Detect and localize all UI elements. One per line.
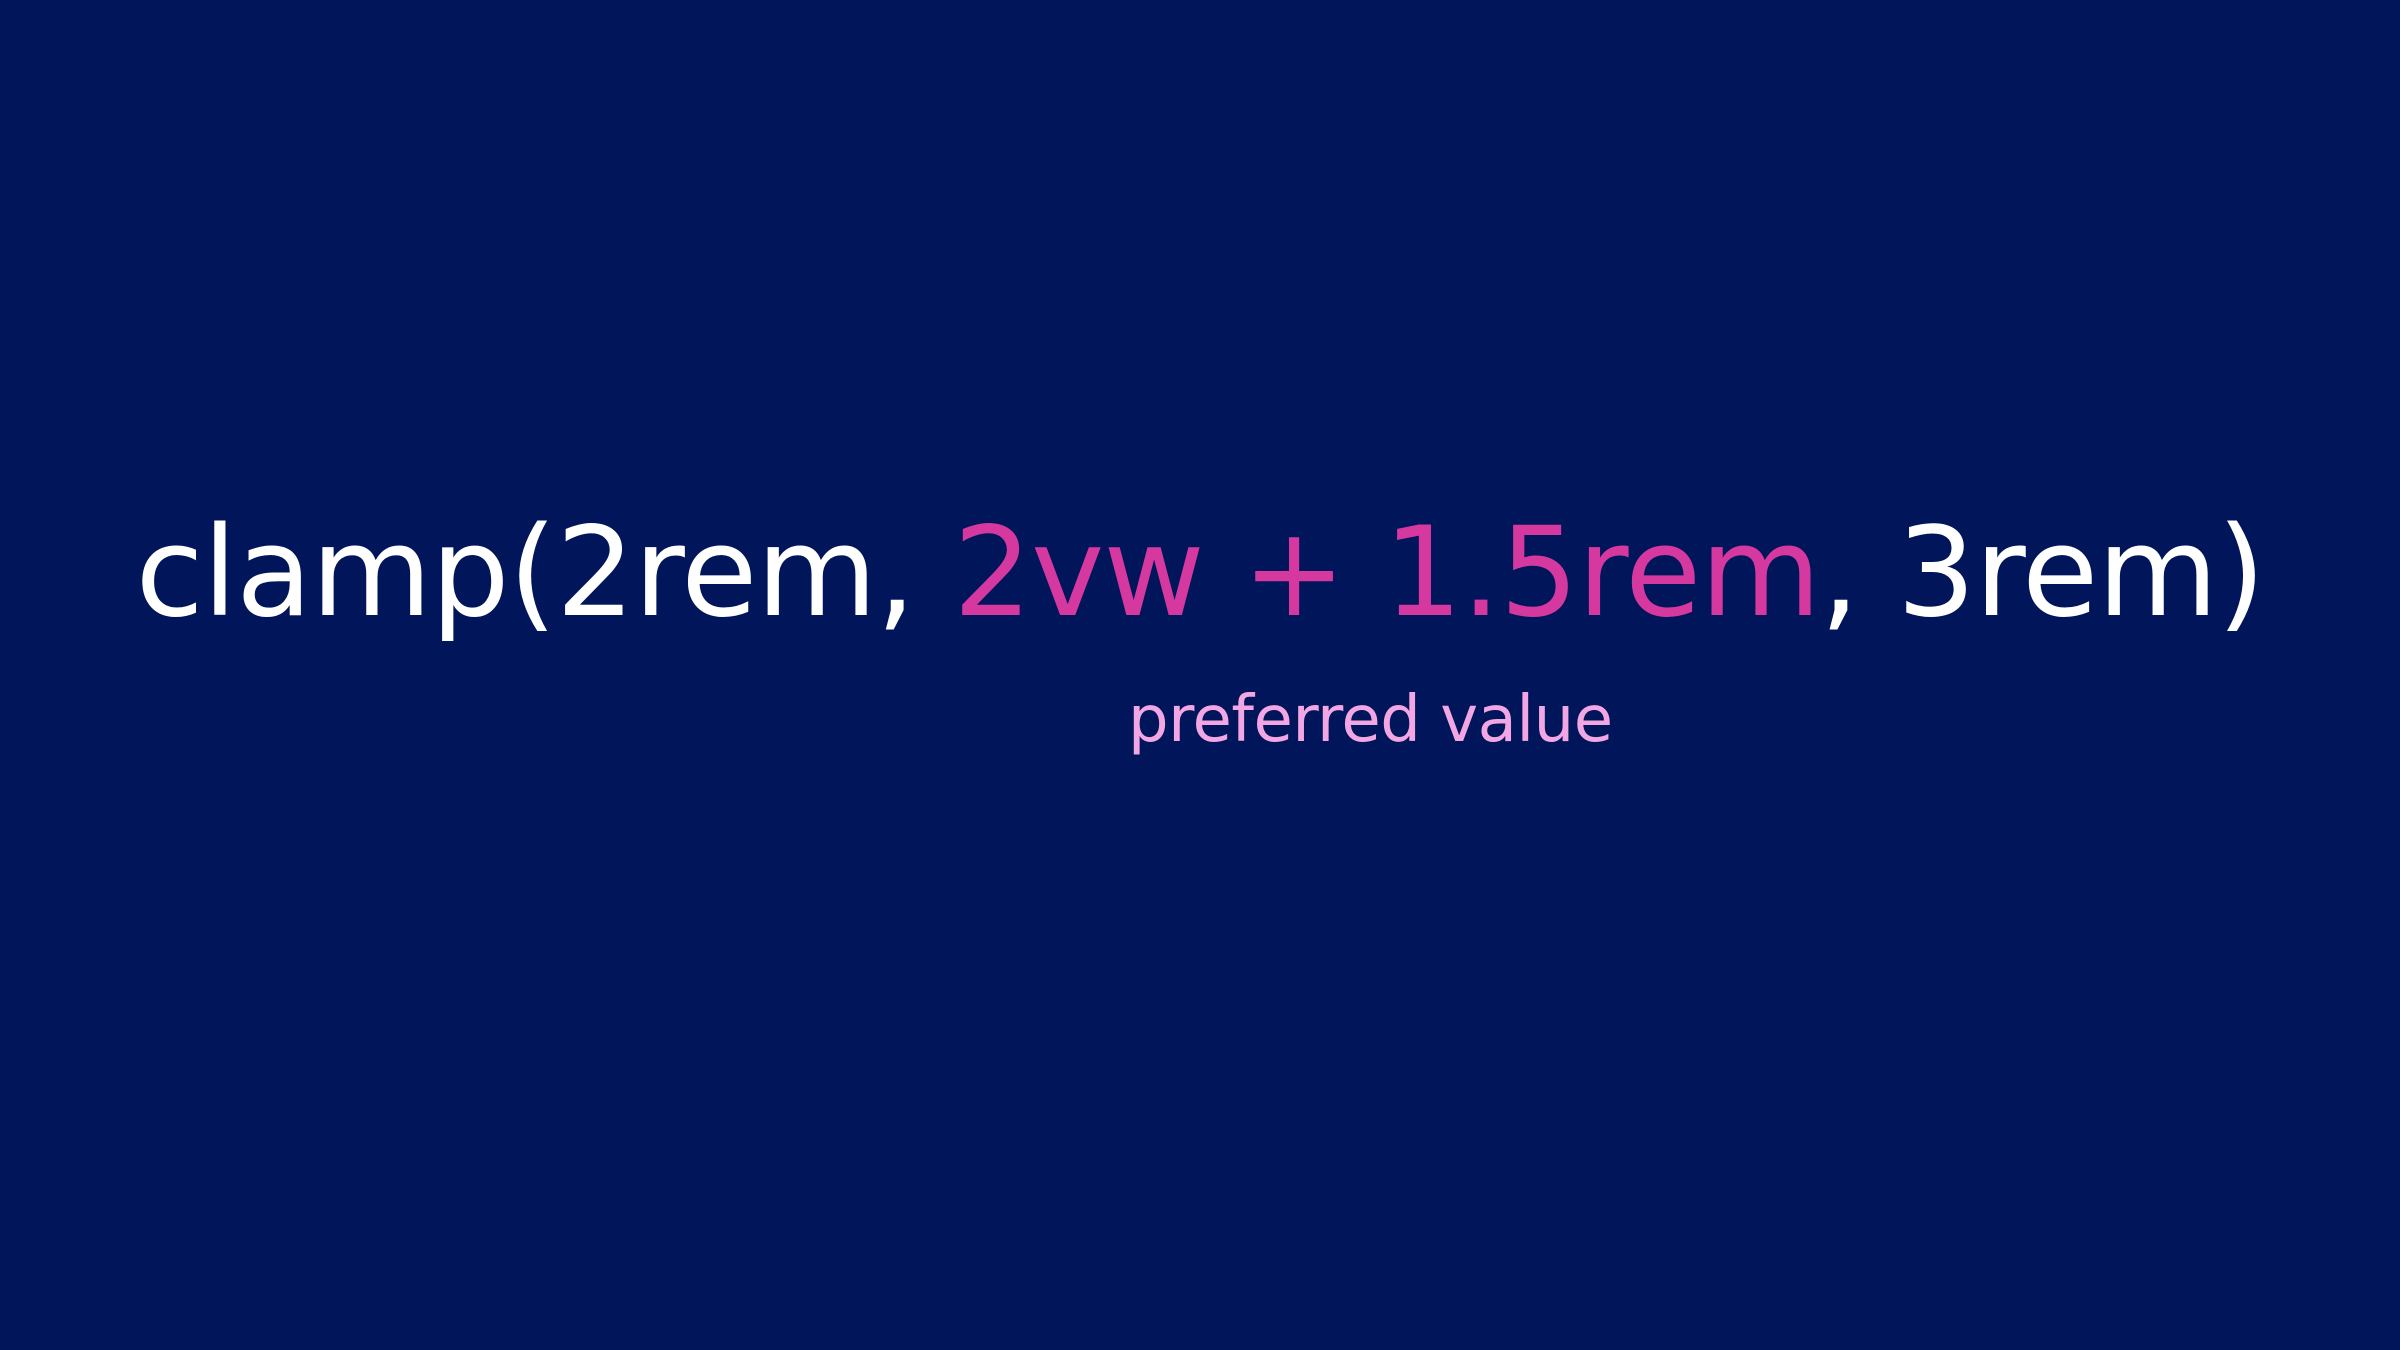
separator-2: ,	[1820, 501, 1897, 645]
preferred-value-label: preferred value	[1128, 683, 1613, 757]
min-value: 2rem	[555, 501, 877, 645]
separator-1: ,	[876, 501, 954, 645]
function-open: clamp(	[135, 501, 556, 645]
preferred-value: 2vw + 1.5rem	[953, 501, 1821, 645]
slide: clamp(2rem, 2vw + 1.5rem, 3rem) preferre…	[0, 0, 2400, 1350]
function-close: )	[2217, 501, 2265, 645]
clamp-formula: clamp(2rem, 2vw + 1.5rem, 3rem)	[0, 478, 2400, 668]
max-value: 3rem	[1896, 501, 2218, 645]
